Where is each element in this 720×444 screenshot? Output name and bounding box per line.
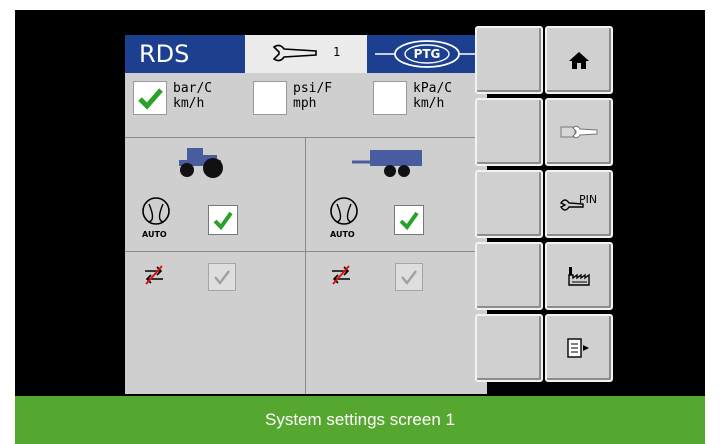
unit-label-kpa: kPa/C km/h bbox=[413, 81, 453, 111]
check-icon bbox=[401, 270, 417, 285]
settings-number: 1 bbox=[333, 45, 341, 59]
factory-button[interactable] bbox=[545, 242, 613, 310]
unit-checkbox-kpa[interactable] bbox=[373, 81, 407, 115]
check-icon bbox=[213, 211, 233, 231]
settings-screen: RDS 1 PTG bar/C km/h psi/F mph kPa/C km/… bbox=[125, 35, 487, 394]
exit-button[interactable] bbox=[545, 314, 613, 382]
softkey-blank-1[interactable] bbox=[475, 26, 543, 94]
tractor-pressure-checkbox[interactable] bbox=[208, 263, 236, 291]
exit-form-icon bbox=[567, 338, 589, 358]
trailer-panel: AUTO bbox=[306, 138, 486, 394]
tire-pressure-icon bbox=[330, 197, 358, 225]
factory-icon bbox=[568, 267, 590, 286]
home-icon bbox=[569, 52, 589, 69]
unit-label-bar: bar/C km/h bbox=[173, 81, 213, 111]
check-icon bbox=[399, 211, 419, 231]
settings-indicator: 1 bbox=[245, 35, 367, 73]
tractor-icon bbox=[179, 148, 223, 178]
trailer-pressure-checkbox[interactable] bbox=[395, 263, 423, 291]
pin-label: PIN bbox=[579, 193, 597, 206]
pin-settings-button[interactable]: PIN bbox=[545, 170, 613, 238]
softkey-blank-5[interactable] bbox=[475, 314, 543, 382]
unit-checkbox-psi[interactable] bbox=[253, 81, 287, 115]
figure-caption: System settings screen 1 bbox=[15, 396, 705, 444]
brand-logo-text: PTG bbox=[414, 47, 441, 61]
tractor-auto-section: AUTO bbox=[125, 138, 305, 252]
trailer-auto-section: AUTO bbox=[306, 138, 486, 252]
settings-button[interactable] bbox=[545, 98, 613, 166]
softkey-blank-2[interactable] bbox=[475, 98, 543, 166]
units-selector: bar/C km/h psi/F mph kPa/C km/h bbox=[125, 73, 487, 138]
tractor-panel: AUTO bbox=[125, 138, 306, 394]
vehicle-panels: AUTO AUTO bbox=[125, 138, 487, 394]
wrench-icon bbox=[272, 44, 317, 62]
settings-wrench-icon bbox=[560, 125, 598, 139]
tractor-auto-checkbox[interactable] bbox=[208, 205, 238, 235]
softkey-blank-4[interactable] bbox=[475, 242, 543, 310]
home-button[interactable] bbox=[545, 26, 613, 94]
brand-logo: PTG bbox=[367, 35, 487, 73]
no-pressure-adjust-icon bbox=[332, 265, 350, 285]
unit-checkbox-bar[interactable] bbox=[133, 81, 167, 115]
device-frame: RDS 1 PTG bar/C km/h psi/F mph kPa/C km/… bbox=[15, 10, 705, 396]
check-icon bbox=[214, 270, 230, 285]
unit-label-psi: psi/F mph bbox=[293, 81, 333, 111]
wrench-pin-icon: PIN bbox=[559, 193, 597, 211]
softkey-blank-3[interactable] bbox=[475, 170, 543, 238]
trailer-icon bbox=[352, 150, 422, 177]
auto-label: AUTO bbox=[142, 230, 167, 239]
no-pressure-adjust-icon bbox=[145, 265, 163, 285]
tire-pressure-icon bbox=[142, 197, 170, 225]
check-icon bbox=[138, 88, 163, 110]
trailer-auto-checkbox[interactable] bbox=[394, 205, 424, 235]
header-bar: RDS 1 PTG bbox=[125, 35, 487, 73]
app-title: RDS bbox=[125, 35, 245, 73]
auto-label: AUTO bbox=[330, 230, 355, 239]
